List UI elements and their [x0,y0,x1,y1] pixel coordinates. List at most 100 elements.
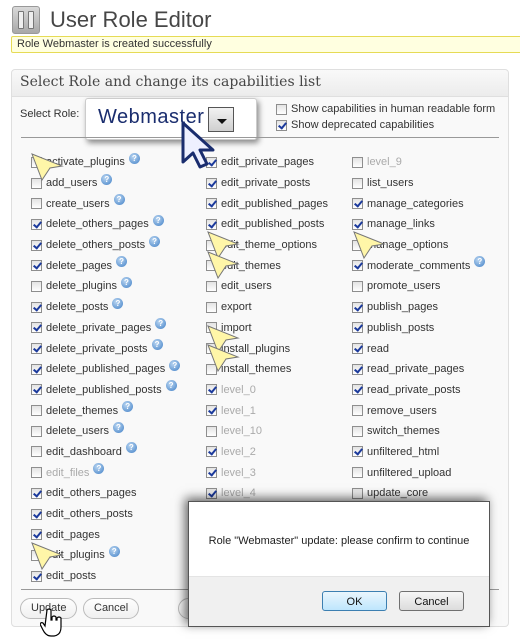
help-icon[interactable]: ? [122,401,134,413]
help-icon[interactable]: ? [155,318,167,330]
capability-checkbox[interactable] [206,467,217,479]
capability-checkbox[interactable] [206,425,217,437]
show-deprecated-checkbox[interactable] [276,119,287,131]
capability-checkbox[interactable] [206,198,217,210]
capability-checkbox[interactable] [31,384,42,396]
help-icon[interactable]: ? [128,152,140,164]
capability-checkbox[interactable] [31,467,42,479]
help-icon[interactable]: ? [112,297,124,309]
help-icon[interactable]: ? [113,421,124,433]
capability-read-private-posts[interactable]: read_private_posts [352,380,485,401]
capability-unfiltered-html[interactable]: unfiltered_html [352,442,485,463]
capability-checkbox[interactable] [31,425,42,437]
capability-checkbox[interactable] [352,446,363,458]
capability-delete-others-posts[interactable]: delete_others_posts? [31,235,180,256]
help-icon[interactable]: ? [116,256,128,268]
capability-checkbox[interactable] [352,218,363,230]
capability-unfiltered-upload[interactable]: unfiltered_upload [352,462,485,483]
capability-checkbox[interactable] [206,384,217,396]
help-icon[interactable]: ? [151,339,163,351]
capability-checkbox[interactable] [31,239,42,251]
capability-checkbox[interactable] [352,198,363,210]
capability-read[interactable]: read [352,338,485,359]
capability-checkbox[interactable] [352,280,363,292]
capability-checkbox[interactable] [206,301,217,313]
cancel-button[interactable]: Cancel [83,598,140,619]
capability-checkbox[interactable] [352,487,363,499]
capability-checkbox[interactable] [31,405,42,417]
capability-checkbox[interactable] [352,156,363,168]
capability-level-3[interactable]: level_3 [206,462,328,483]
capability-delete-pages[interactable]: delete_pages? [31,255,180,276]
help-icon[interactable]: ? [120,276,132,288]
dialog-ok-button[interactable]: OK [322,591,387,611]
capability-edit-published-pages[interactable]: edit_published_pages [206,193,328,214]
capability-checkbox[interactable] [31,363,42,375]
capability-checkbox[interactable] [31,487,42,499]
capability-checkbox[interactable] [31,301,42,313]
help-icon[interactable]: ? [113,194,125,206]
help-icon[interactable]: ? [149,235,161,247]
capability-checkbox[interactable] [31,218,42,230]
help-icon[interactable]: ? [93,463,105,475]
capability-delete-plugins[interactable]: delete_plugins? [31,276,180,297]
help-icon[interactable]: ? [152,214,164,226]
capability-checkbox[interactable] [352,343,363,355]
capability-level-9[interactable]: level_9 [352,152,485,173]
capability-export[interactable]: export [206,297,328,318]
capability-checkbox[interactable] [352,322,363,334]
capability-checkbox[interactable] [352,177,363,189]
capability-delete-themes[interactable]: delete_themes? [31,400,180,421]
help-icon[interactable]: ? [165,380,177,392]
capability-checkbox[interactable] [352,467,363,479]
option-human-readable[interactable]: Show capabilities in human readable form [276,101,495,117]
dialog-cancel-button[interactable]: Cancel [399,591,464,611]
capability-checkbox[interactable] [31,280,42,292]
help-icon[interactable]: ? [169,359,181,371]
capability-manage-categories[interactable]: manage_categories [352,193,485,214]
capability-edit-others-pages[interactable]: edit_others_pages [31,483,180,504]
capability-promote-users[interactable]: promote_users [352,276,485,297]
capability-checkbox[interactable] [206,218,217,230]
help-icon[interactable]: ? [108,545,120,557]
capability-edit-private-pages[interactable]: edit_private_pages [206,152,328,173]
capability-delete-private-posts[interactable]: delete_private_posts? [31,338,180,359]
capability-create-users[interactable]: create_users? [31,193,180,214]
capability-delete-others-pages[interactable]: delete_others_pages? [31,214,180,235]
capability-delete-posts[interactable]: delete_posts? [31,297,180,318]
capability-checkbox[interactable] [352,301,363,313]
capability-checkbox[interactable] [352,260,363,272]
capability-publish-pages[interactable]: publish_pages [352,297,485,318]
capability-edit-others-posts[interactable]: edit_others_posts [31,504,180,525]
capability-checkbox[interactable] [31,570,42,582]
capability-delete-users[interactable]: delete_users? [31,421,180,442]
capability-checkbox[interactable] [31,446,42,458]
capability-checkbox[interactable] [206,280,217,292]
capability-level-0[interactable]: level_0 [206,380,328,401]
capability-edit-private-posts[interactable]: edit_private_posts [206,173,328,194]
capability-edit-dashboard[interactable]: edit_dashboard? [31,442,180,463]
capability-level-1[interactable]: level_1 [206,400,328,421]
capability-checkbox[interactable] [31,260,42,272]
capability-checkbox[interactable] [206,177,217,189]
capability-list-users[interactable]: list_users [352,173,485,194]
capability-checkbox[interactable] [31,529,42,541]
capability-read-private-pages[interactable]: read_private_pages [352,359,485,380]
capability-checkbox[interactable] [31,343,42,355]
capability-delete-published-posts[interactable]: delete_published_posts? [31,380,180,401]
capability-checkbox[interactable] [352,425,363,437]
capability-checkbox[interactable] [352,405,363,417]
capability-edit-files[interactable]: edit_files? [31,462,180,483]
capability-checkbox[interactable] [206,446,217,458]
role-select[interactable]: Webmaster [85,98,257,140]
capability-checkbox[interactable] [31,198,42,210]
capability-checkbox[interactable] [31,508,42,520]
capability-publish-posts[interactable]: publish_posts [352,318,485,339]
help-icon[interactable]: ? [474,256,486,268]
capability-checkbox[interactable] [31,322,42,334]
capability-checkbox[interactable] [206,405,217,417]
capability-checkbox[interactable] [352,363,363,375]
capability-delete-private-pages[interactable]: delete_private_pages? [31,318,180,339]
capability-level-10[interactable]: level_10 [206,421,328,442]
option-show-deprecated[interactable]: Show deprecated capabilities [276,117,495,133]
